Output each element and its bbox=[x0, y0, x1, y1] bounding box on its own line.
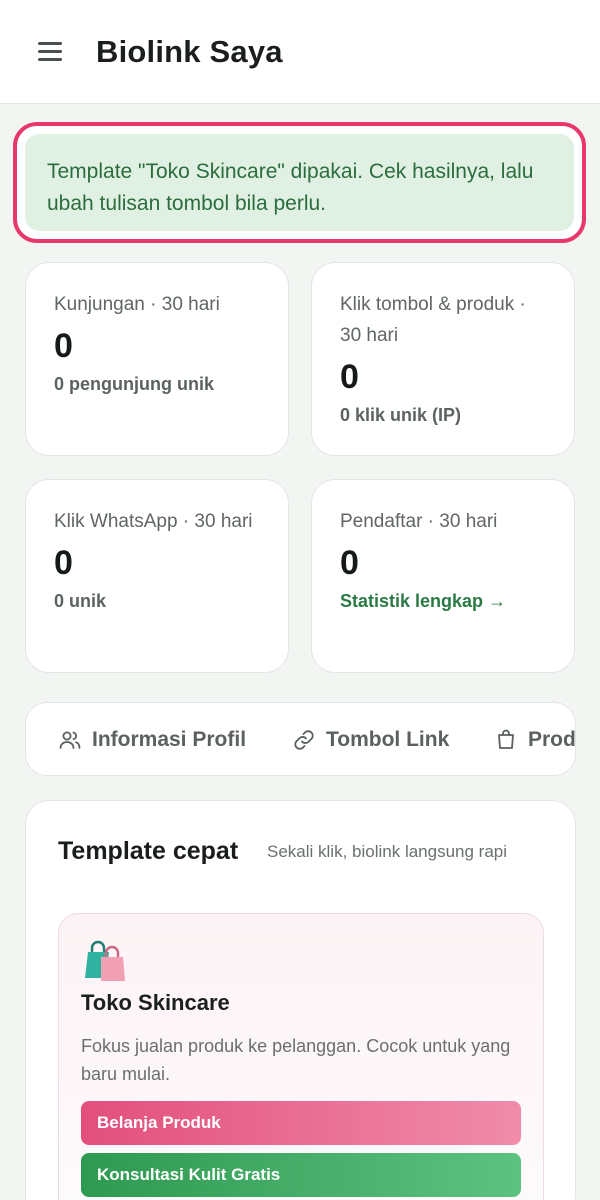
stat-label: Klik tombol & produk · 30 hari bbox=[340, 294, 526, 346]
stat-label: Pendaftar · 30 hari bbox=[340, 511, 498, 532]
tab-label: Informasi Profil bbox=[92, 728, 247, 751]
full-statistics-link[interactable]: Statistik lengkap → bbox=[340, 591, 546, 612]
stat-subtext: 0 klik unik (IP) bbox=[340, 405, 462, 425]
stat-value: 0 bbox=[54, 327, 73, 365]
quick-templates-card: Template cepat Sekali klik, biolink lang… bbox=[25, 800, 576, 1200]
tab-label: Prod bbox=[528, 728, 576, 751]
notice-highlight: Template "Toko Skincare" dipakai. Cek ha… bbox=[13, 122, 586, 243]
template-name: Toko Skincare bbox=[81, 990, 230, 1015]
tab-profile-info[interactable]: Informasi Profil bbox=[58, 703, 247, 775]
stat-value: 0 bbox=[54, 544, 73, 582]
stat-subtext: 0 unik bbox=[54, 591, 107, 611]
stat-label: Klik WhatsApp · 30 hari bbox=[54, 511, 253, 532]
users-icon bbox=[59, 731, 81, 749]
stat-label: Kunjungan · 30 hari bbox=[54, 294, 220, 315]
template-option-skincare[interactable]: Toko Skincare Fokus jualan produk ke pel… bbox=[58, 913, 544, 1200]
shopping-bag-icon bbox=[498, 729, 514, 749]
template-description: Fokus jualan produk ke pelanggan. Cocok … bbox=[81, 1036, 511, 1084]
template-applied-notice: Template "Toko Skincare" dipakai. Cek ha… bbox=[25, 134, 574, 231]
tab-products[interactable]: Prod bbox=[494, 703, 576, 775]
stat-card-button-clicks: Klik tombol & produk · 30 hari 0 0 klik … bbox=[311, 262, 575, 456]
stat-card-signups: Pendaftar · 30 hari 0 Statistik lengkap … bbox=[311, 479, 575, 673]
stat-subtext: 0 pengunjung unik bbox=[54, 374, 214, 394]
stat-value: 0 bbox=[340, 358, 359, 396]
preview-button-free-consultation: Konsultasi Kulit Gratis bbox=[81, 1153, 521, 1197]
preview-button-shop-products: Belanja Produk bbox=[81, 1101, 521, 1145]
top-app-bar: Biolink Saya bbox=[0, 0, 600, 104]
section-title: Template cepat bbox=[58, 837, 239, 865]
section-tabs: Informasi Profil Tombol Link Prod bbox=[25, 702, 576, 776]
section-subtitle: Sekali klik, biolink langsung rapi bbox=[267, 842, 508, 861]
hamburger-menu-icon[interactable] bbox=[38, 42, 64, 62]
page-title: Biolink Saya bbox=[96, 34, 283, 69]
link-icon bbox=[294, 730, 314, 750]
tab-label: Tombol Link bbox=[326, 728, 450, 751]
tab-link-buttons[interactable]: Tombol Link bbox=[292, 703, 450, 775]
stat-card-visits: Kunjungan · 30 hari 0 0 pengunjung unik bbox=[25, 262, 289, 456]
stat-value: 0 bbox=[340, 544, 359, 582]
shopping-bags-icon bbox=[85, 940, 125, 981]
stat-card-whatsapp-clicks: Klik WhatsApp · 30 hari 0 0 unik bbox=[25, 479, 289, 673]
